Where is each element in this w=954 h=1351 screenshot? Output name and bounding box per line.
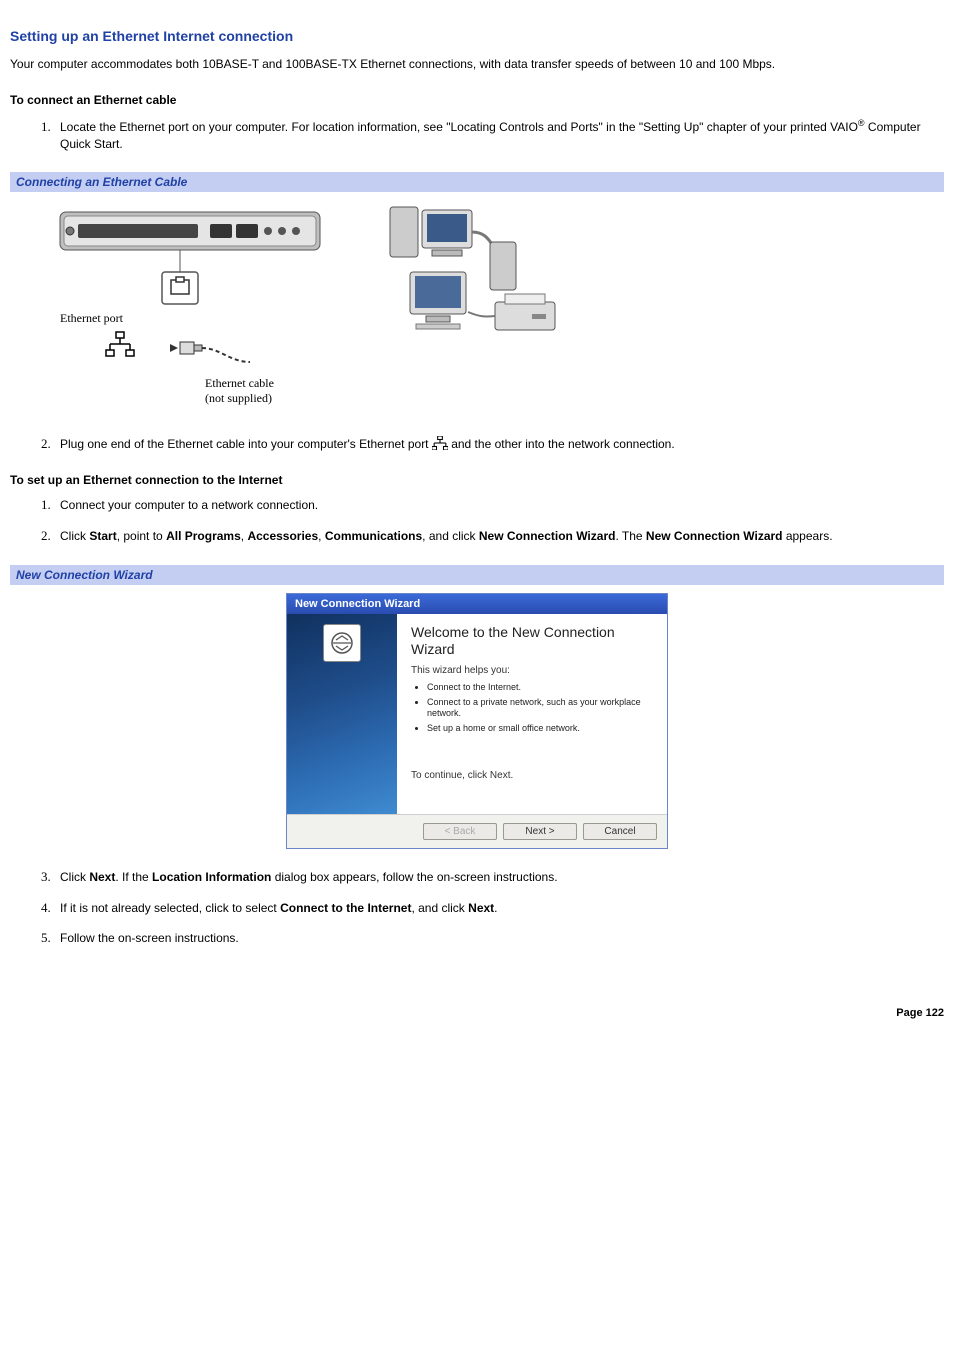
illustration-computer-port: Ethernet port Ethernet cable (not suppli…	[50, 202, 350, 412]
wizard-screenshot: New Connection Wizard Welcome to the New…	[10, 593, 944, 849]
wizard-bullet-0: Connect to the Internet.	[427, 682, 653, 693]
wizard-titlebar: New Connection Wizard	[287, 594, 667, 614]
step-b3: Click Next. If the Location Information …	[54, 869, 944, 886]
step-b3-b0: Next	[89, 870, 115, 884]
step-b2-b1: All Programs	[166, 529, 241, 543]
subhead-setup-internet: To set up an Ethernet connection to the …	[10, 473, 944, 487]
wizard-next-button[interactable]: Next >	[503, 823, 577, 840]
step-b2-b2: Accessories	[247, 529, 318, 543]
steps-connect-cable-2: Plug one end of the Ethernet cable into …	[10, 436, 944, 453]
step-b4-t0: If it is not already selected, click to …	[60, 901, 280, 915]
subhead-connect-cable: To connect an Ethernet cable	[10, 93, 944, 107]
step-b1: Connect your computer to a network conne…	[54, 497, 944, 514]
wizard-left-panel	[287, 614, 397, 814]
wizard-sub: This wizard helps you:	[411, 665, 653, 676]
section-bar-cable: Connecting an Ethernet Cable	[10, 172, 944, 192]
illustration-network	[380, 202, 570, 362]
intro-paragraph: Your computer accommodates both 10BASE-T…	[10, 56, 944, 73]
step-b2: Click Start, point to All Programs, Acce…	[54, 528, 944, 545]
connection-icon	[323, 624, 361, 662]
wizard-cancel-button[interactable]: Cancel	[583, 823, 657, 840]
step-b2-t3: ,	[318, 529, 325, 543]
step-b5: Follow the on-screen instructions.	[54, 930, 944, 947]
step-b2-t1: , point to	[117, 529, 166, 543]
step-a2-pre: Plug one end of the Ethernet cable into …	[60, 437, 432, 451]
step-b2-t6: appears.	[783, 529, 833, 543]
step-b3-b1: Location Information	[152, 870, 271, 884]
wizard-continue: To continue, click Next.	[411, 770, 653, 781]
figure-ethernet-cable: Ethernet port Ethernet cable (not suppli…	[10, 202, 944, 412]
step-b3-t1: . If the	[115, 870, 152, 884]
wizard-buttons: < Back Next > Cancel	[287, 815, 667, 848]
step-b2-b4: New Connection Wizard	[479, 529, 616, 543]
step-b4-b0: Connect to the Internet	[280, 901, 411, 915]
step-b2-b3: Communications	[325, 529, 422, 543]
step-b2-b5: New Connection Wizard	[646, 529, 783, 543]
step-b3-t0: Click	[60, 870, 89, 884]
page-number: Page 122	[10, 1007, 944, 1019]
step-a2: Plug one end of the Ethernet cable into …	[54, 436, 944, 453]
registered-mark: ®	[858, 118, 865, 128]
wizard-right-panel: Welcome to the New Connection Wizard Thi…	[397, 614, 667, 814]
step-b4-t1: , and click	[411, 901, 468, 915]
steps-connect-cable: Locate the Ethernet port on your compute…	[10, 117, 944, 153]
label-cable-1: Ethernet cable	[205, 376, 274, 390]
page-title: Setting up an Ethernet Internet connecti…	[10, 28, 944, 44]
step-a2-post: and the other into the network connectio…	[451, 437, 674, 451]
steps-setup-internet: Connect your computer to a network conne…	[10, 497, 944, 545]
step-b2-t0: Click	[60, 529, 89, 543]
wizard-heading: Welcome to the New Connection Wizard	[411, 624, 653, 658]
steps-setup-internet-2: Click Next. If the Location Information …	[10, 869, 944, 947]
wizard-bullet-2: Set up a home or small office network.	[427, 723, 653, 734]
ethernet-icon	[432, 436, 448, 450]
step-b5-text: Follow the on-screen instructions.	[60, 931, 239, 945]
step-a1: Locate the Ethernet port on your compute…	[54, 117, 944, 153]
wizard-bullets: Connect to the Internet. Connect to a pr…	[411, 682, 653, 733]
wizard-body: Welcome to the New Connection Wizard Thi…	[287, 614, 667, 815]
step-b4: If it is not already selected, click to …	[54, 900, 944, 917]
step-a1-pre: Locate the Ethernet port on your compute…	[60, 120, 858, 134]
step-b1-text: Connect your computer to a network conne…	[60, 498, 318, 512]
step-b2-t4: , and click	[422, 529, 479, 543]
step-b3-t2: dialog box appears, follow the on-screen…	[271, 870, 557, 884]
label-cable-2: (not supplied)	[205, 391, 272, 405]
wizard-window: New Connection Wizard Welcome to the New…	[286, 593, 668, 849]
label-ethernet-port: Ethernet port	[60, 311, 124, 325]
step-b4-t2: .	[494, 901, 497, 915]
section-bar-wizard: New Connection Wizard	[10, 565, 944, 585]
step-b2-t5: . The	[615, 529, 645, 543]
step-b4-b1: Next	[468, 901, 494, 915]
wizard-back-button[interactable]: < Back	[423, 823, 497, 840]
step-b2-b0: Start	[89, 529, 116, 543]
wizard-bullet-1: Connect to a private network, such as yo…	[427, 697, 653, 719]
